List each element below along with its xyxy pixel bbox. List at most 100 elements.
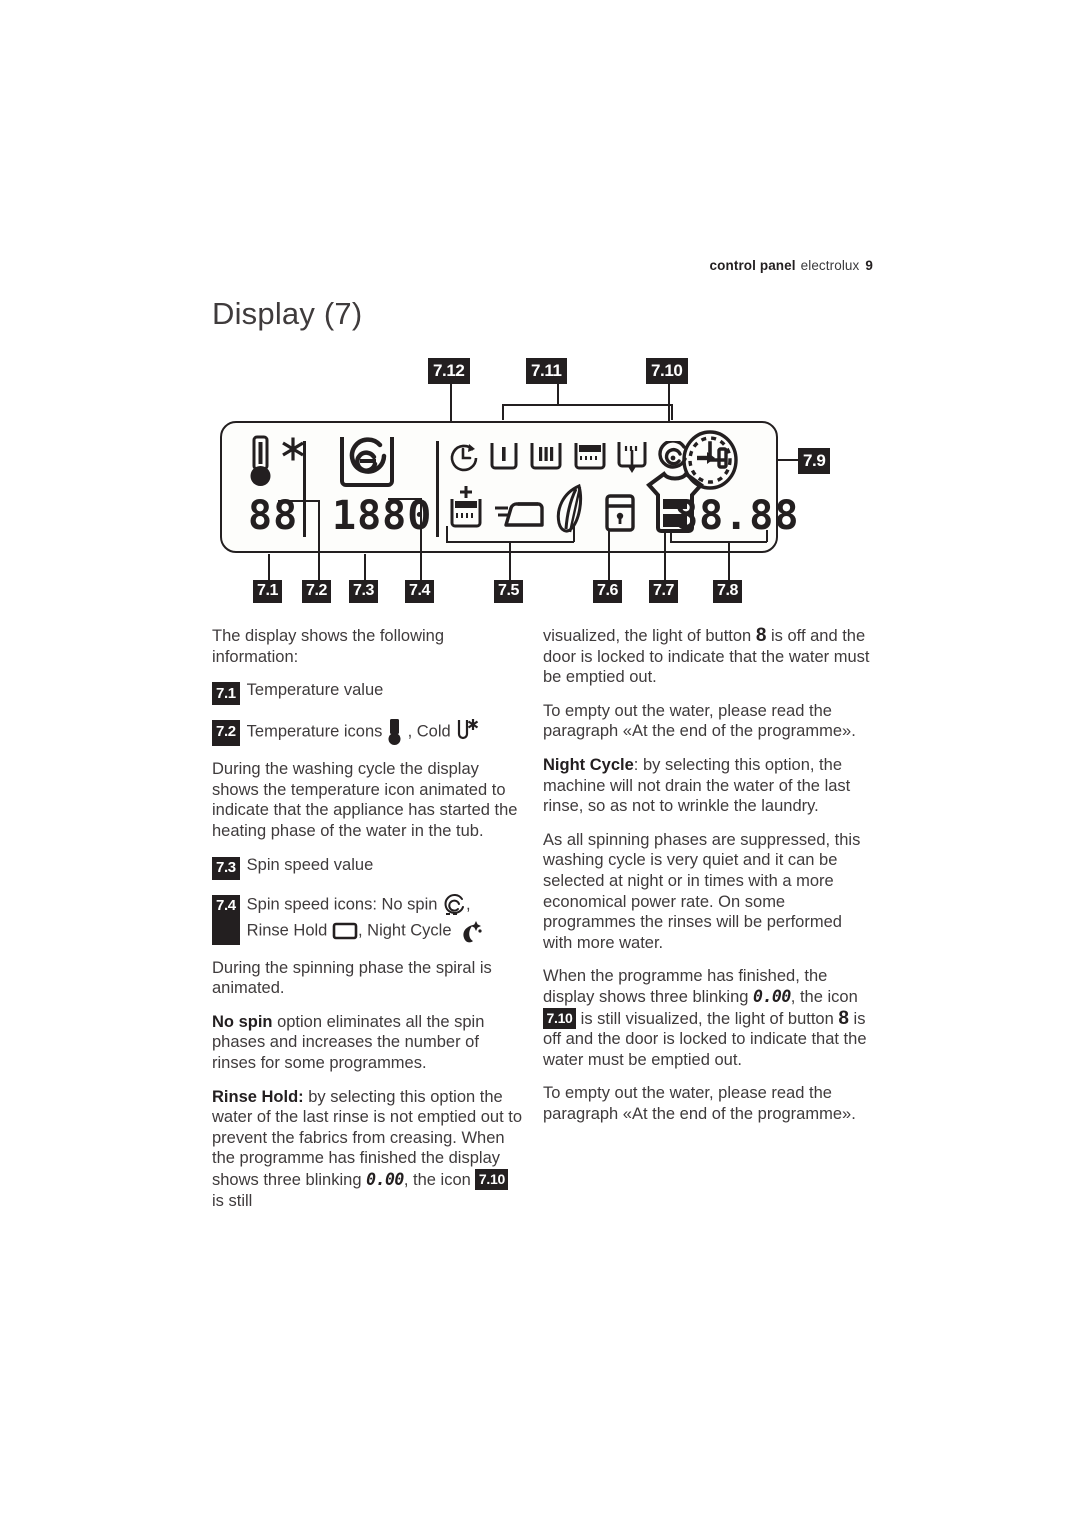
leader-7-5 xyxy=(509,541,511,582)
spin-spiral-tub-icon xyxy=(340,437,394,487)
leader-7-4-h xyxy=(388,498,421,500)
leader-7-11-left xyxy=(502,404,504,420)
heating-paragraph: During the washing cycle the display sho… xyxy=(212,760,518,840)
extra-rinse-phase-icon xyxy=(574,443,606,470)
item-tag-7-2: 7.2 xyxy=(212,720,240,747)
item-tag-7-4: 7.4 xyxy=(212,894,240,945)
rinse-phase-icon xyxy=(530,443,562,470)
leader-7-5-right xyxy=(573,526,575,542)
intro-paragraph: The display shows the following informat… xyxy=(212,627,445,666)
finished-paragraph: When the programme has finished, the dis… xyxy=(543,966,873,1070)
running-header: control panel electrolux 9 xyxy=(710,258,873,273)
inline-callout-7-10-right: 7.10 xyxy=(543,1007,577,1029)
display-diagram: 7.12 7.11 7.10 7.9 88 1880 88.88 7.1 7.2… xyxy=(212,358,852,608)
empty-water-paragraph-2: To empty out the water, please read the … xyxy=(543,1084,856,1123)
finished-p2: , the icon xyxy=(790,987,858,1006)
page-title: Display (7) xyxy=(212,296,363,331)
rinse-hold-paragraph: Rinse Hold: by selecting this option the… xyxy=(212,1087,524,1212)
leader-7-1 xyxy=(268,554,270,582)
left-text-column: The display shows the following informat… xyxy=(212,626,524,1224)
snowflake-cold-icon xyxy=(282,437,304,461)
leader-7-8-bracket xyxy=(670,541,767,543)
callout-7-10: 7.10 xyxy=(646,358,688,384)
empty-water-paragraph-1: To empty out the water, please read the … xyxy=(543,701,856,741)
callout-7-4: 7.4 xyxy=(405,580,435,603)
leader-7-6 xyxy=(608,531,610,582)
inline-callout-7-10-left: 7.10 xyxy=(475,1168,509,1190)
leader-7-5-left xyxy=(446,526,448,542)
item-label-night-cycle: Night Cycle xyxy=(367,920,452,939)
item-tag-7-3: 7.3 xyxy=(212,856,240,880)
rinse-hold-bold: Rinse Hold: xyxy=(212,1087,304,1106)
button-number-8-a: 8 xyxy=(755,625,767,646)
delicate-feather-icon xyxy=(556,483,583,533)
callout-7-6: 7.6 xyxy=(593,580,623,603)
list-item-7-1: 7.1 Temperature value xyxy=(212,680,524,706)
item-tag-7-1: 7.1 xyxy=(212,682,240,706)
leader-7-11-bracket xyxy=(502,404,672,406)
leader-7-11-right xyxy=(671,404,673,420)
thermometer-cold-icon xyxy=(458,719,479,740)
no-spin-bold: No spin xyxy=(212,1012,273,1031)
item-label-7-4: Spin speed icons: No spin xyxy=(246,894,438,913)
callout-7-12: 7.12 xyxy=(428,358,470,384)
right-text-column: visualized, the light of button 8 is off… xyxy=(543,625,873,1137)
callout-7-2: 7.2 xyxy=(302,580,332,603)
leader-7-11 xyxy=(557,383,559,405)
easy-iron-icon xyxy=(495,502,544,527)
callout-7-8: 7.8 xyxy=(713,580,743,603)
finished-p3: is still visualized, the light of button xyxy=(576,1009,839,1028)
callout-7-1: 7.1 xyxy=(253,580,283,603)
continuation-paragraph: visualized, the light of button 8 is off… xyxy=(543,625,873,688)
cont-p1: visualized, the light of button xyxy=(543,627,756,645)
no-spin-paragraph: No spin option eliminates all the spin p… xyxy=(212,1012,524,1074)
item-label-7-2: Temperature icons xyxy=(246,722,383,741)
list-item-7-3: 7.3 Spin speed value xyxy=(212,855,524,880)
list-item-7-4: 7.4 Spin speed icons: No spin , Rinse Ho… xyxy=(212,893,524,945)
rinse-hold-seg-value: 0.00 xyxy=(366,1169,404,1189)
rinse-hold-p2: , the icon xyxy=(403,1170,476,1189)
time-value: 88.88 xyxy=(674,493,800,539)
page-number: 9 xyxy=(865,258,873,273)
spin-speed-value: 1880 xyxy=(332,493,433,539)
lcd-panel: 88 1880 88.88 xyxy=(220,421,798,553)
prewash-clock-icon xyxy=(450,444,478,472)
header-section: control panel xyxy=(709,258,796,273)
leader-7-12 xyxy=(450,383,452,421)
leader-7-3 xyxy=(364,554,366,582)
leader-7-10 xyxy=(668,383,670,423)
drain-phase-icon xyxy=(617,442,647,473)
leader-7-2-h xyxy=(278,500,319,502)
night-cycle-moon-icon xyxy=(463,920,482,942)
leader-7-4 xyxy=(420,498,422,582)
extra-rinse-plus-icon xyxy=(450,486,482,528)
callout-7-5: 7.5 xyxy=(494,580,524,603)
leader-7-7 xyxy=(664,531,666,582)
wash-phase-icon xyxy=(490,443,518,470)
no-spin-icon xyxy=(444,893,465,915)
rinse-hold-p3: is still xyxy=(212,1191,253,1210)
quiet-paragraph: As all spinning phases are suppressed, t… xyxy=(543,830,861,952)
item-label-7-1: Temperature value xyxy=(246,681,384,700)
callout-7-7: 7.7 xyxy=(649,580,679,603)
thermometer-icon xyxy=(250,435,271,486)
leader-7-8-right xyxy=(766,530,768,542)
delay-start-clock-icon xyxy=(682,430,738,490)
divider-right xyxy=(436,441,439,537)
spiral-paragraph: During the spinning phase the spiral is … xyxy=(212,958,492,998)
item-label-7-2-cold: , Cold xyxy=(407,722,451,741)
callout-7-3: 7.3 xyxy=(349,580,379,603)
header-brand: electrolux xyxy=(800,258,860,273)
button-number-8-b: 8 xyxy=(838,1007,849,1029)
night-cycle-paragraph: Night Cycle: by selecting this option, t… xyxy=(543,755,873,817)
leader-7-2 xyxy=(318,500,320,582)
leader-7-8-left xyxy=(670,530,672,542)
item-label-rinse-hold: Rinse Hold xyxy=(246,920,328,939)
night-cycle-bold: Night Cycle xyxy=(543,755,634,774)
list-item-7-2: 7.2 Temperature icons , Cold xyxy=(212,718,524,747)
item-label-7-3: Spin speed value xyxy=(246,855,374,874)
thermometer-hot-icon xyxy=(388,719,401,746)
child-lock-icon xyxy=(605,494,635,532)
finished-seg-value: 0.00 xyxy=(753,986,791,1006)
callout-7-11: 7.11 xyxy=(526,358,567,384)
